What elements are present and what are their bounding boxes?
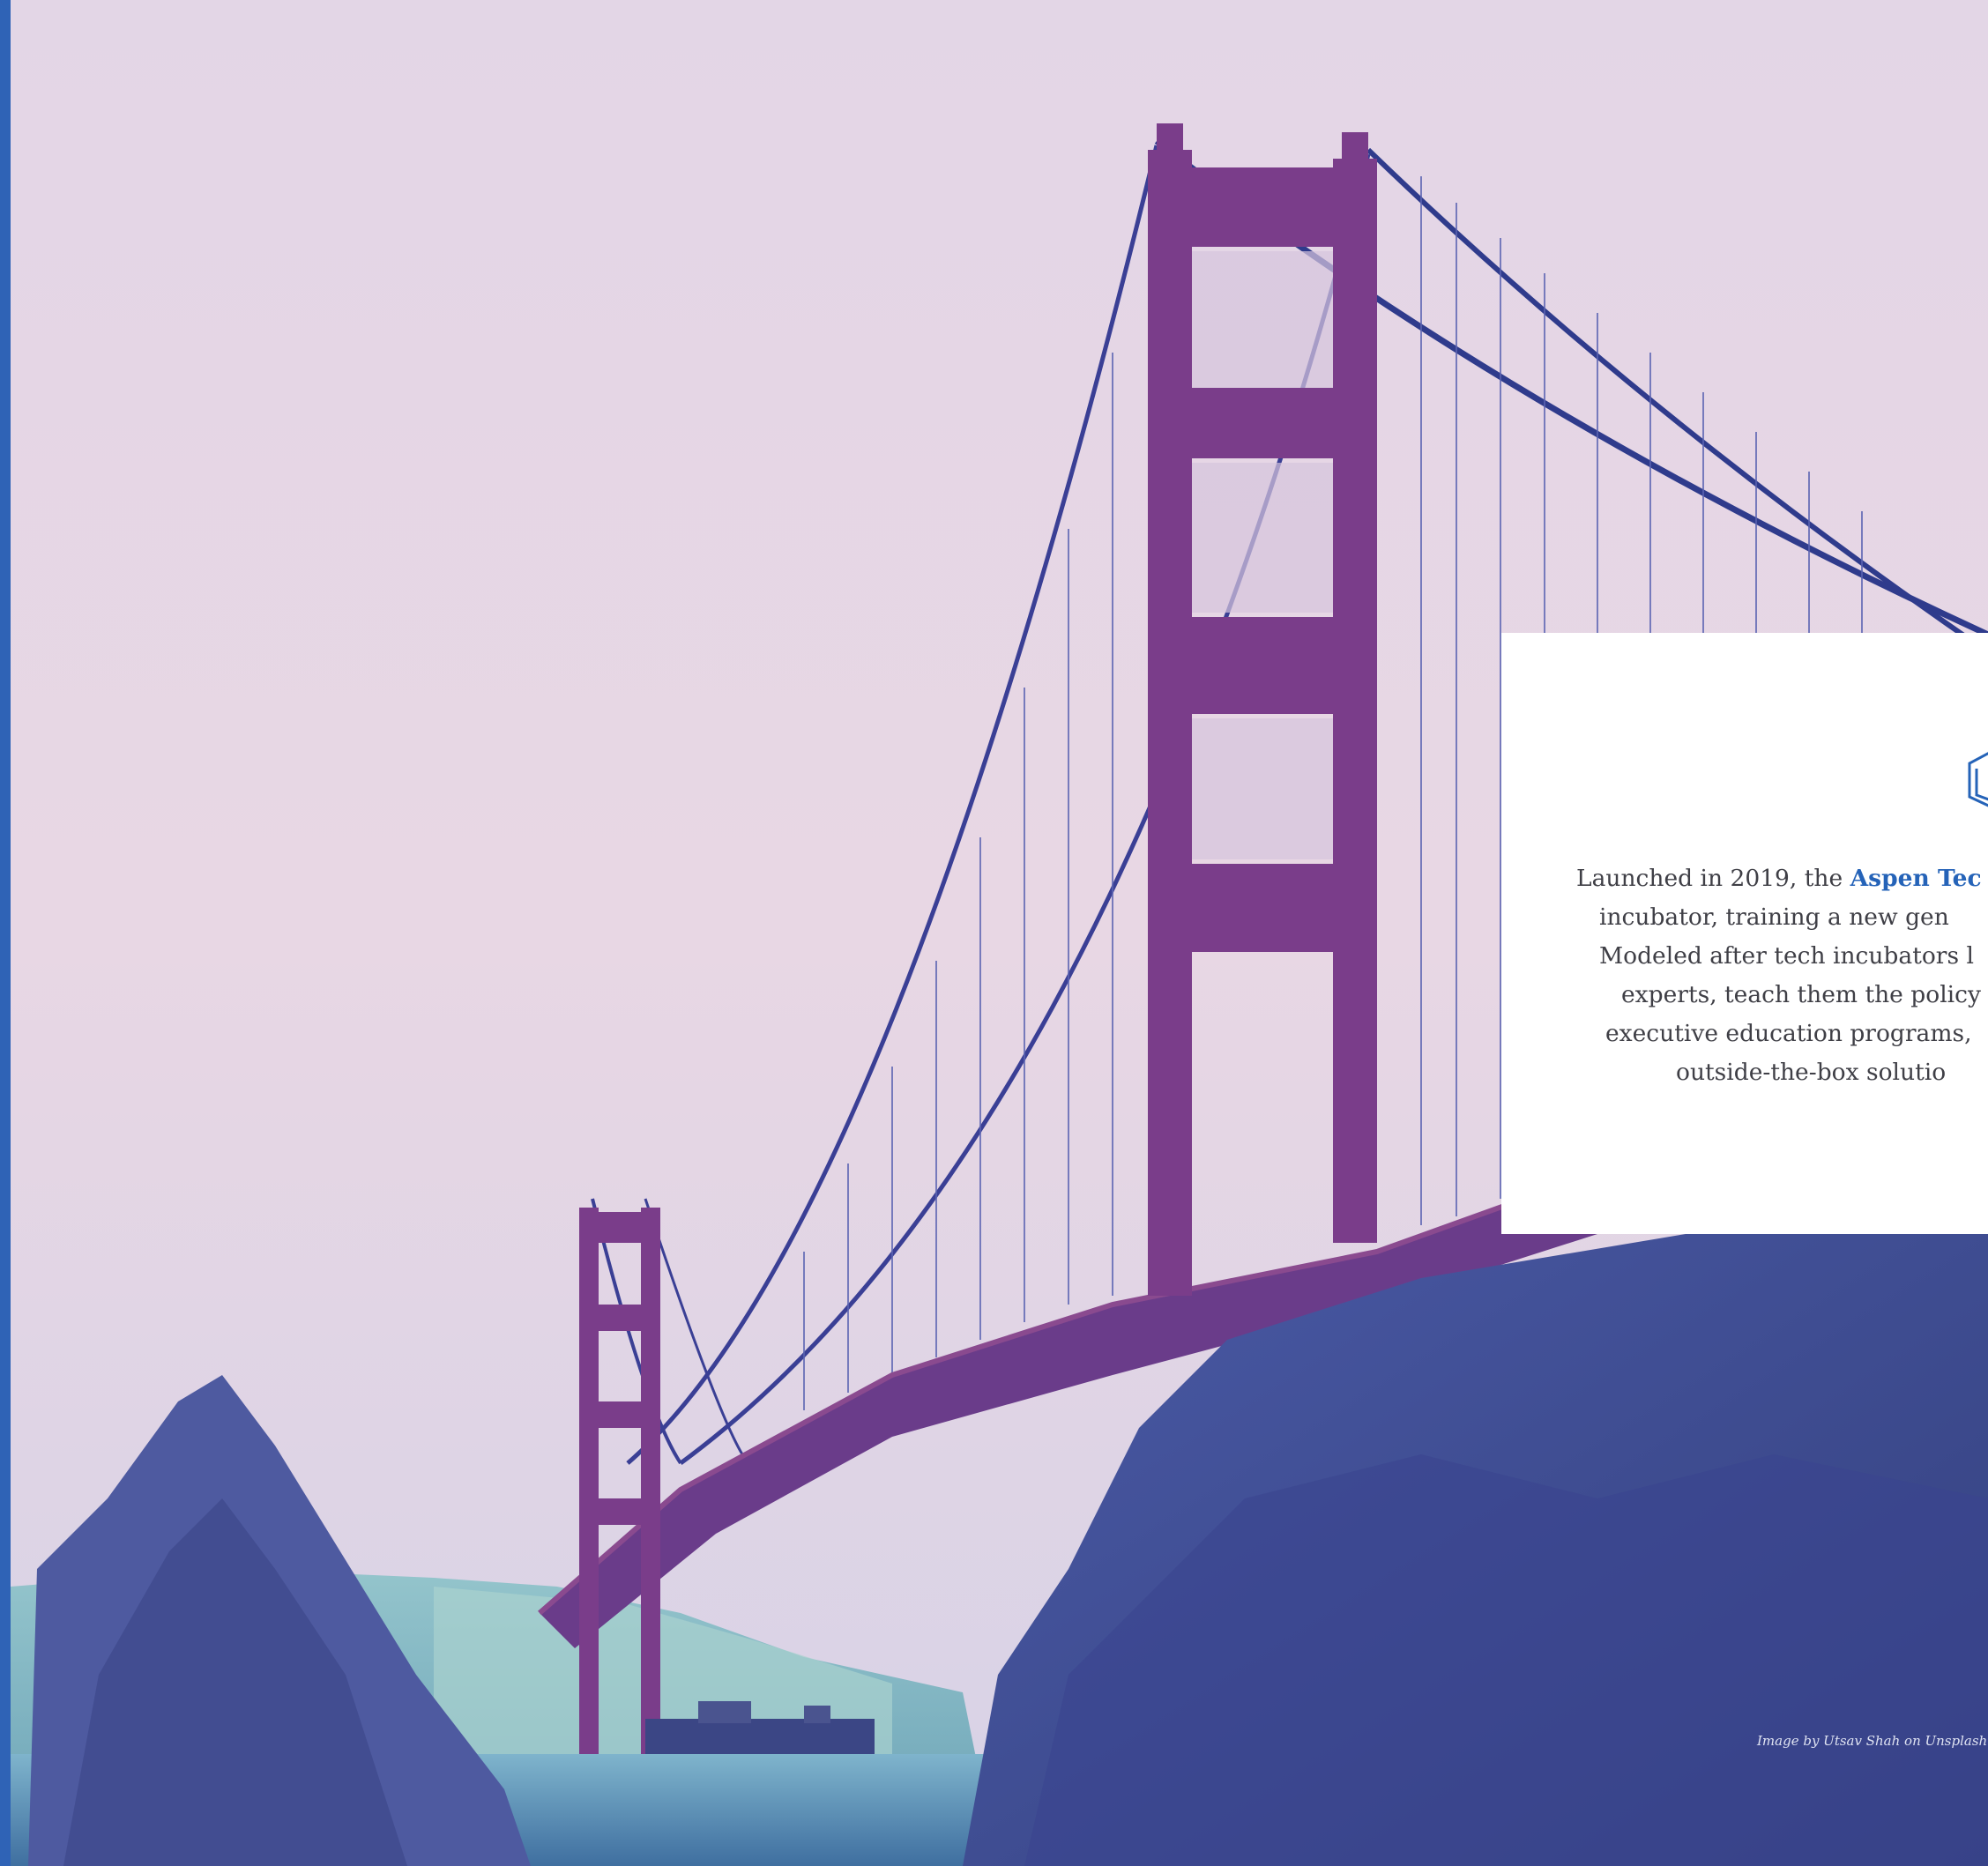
description-line-2: incubator, training a new gen xyxy=(1599,903,1949,931)
hexagon-logo-icon xyxy=(1964,747,1988,814)
description-line-1-prefix: Launched in 2019, the xyxy=(1576,865,1850,892)
description-line-1: Launched in 2019, the Aspen Tec xyxy=(1576,859,1988,898)
description-line-3: Modeled after tech incubators l xyxy=(1599,942,1974,970)
left-edge-strip xyxy=(0,0,11,1866)
program-description: Launched in 2019, the Aspen Tec incubato… xyxy=(1576,859,1988,1092)
description-line-4: experts, teach them the policy xyxy=(1621,981,1981,1008)
aspen-tech-program-link[interactable]: Aspen Tec xyxy=(1850,865,1982,892)
photo-credit: Image by Utsav Shah on Unsplash xyxy=(1757,1733,1988,1749)
program-info-card: Launched in 2019, the Aspen Tec incubato… xyxy=(1501,633,1988,1234)
description-line-6: outside-the-box solutio xyxy=(1676,1059,1947,1086)
description-line-5: executive education programs, xyxy=(1605,1020,1972,1047)
